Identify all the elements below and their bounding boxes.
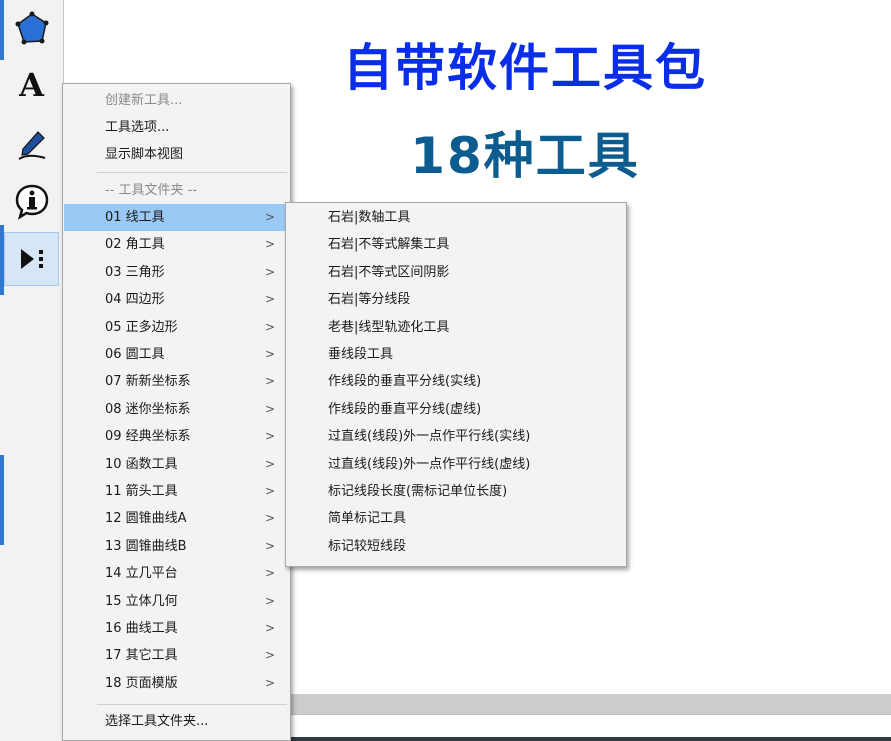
menu-folder-header: -- 工具文件夹 -- <box>105 183 198 198</box>
submenu-arrow-icon: > <box>264 210 275 224</box>
submenu-arrow-icon: > <box>264 675 275 690</box>
menu-folder-item[interactable]: 17 其它工具 > <box>64 642 289 669</box>
submenu-tool-item[interactable]: 石岩|不等式解集工具 <box>287 231 625 258</box>
submenu-arrow-icon: > <box>264 237 275 252</box>
submenu-tool-item[interactable]: 石岩|数轴工具 <box>287 204 625 231</box>
submenu-tool-item[interactable]: 老巷|线型轨迹化工具 <box>287 314 625 341</box>
submenu-tool-item[interactable]: 标记线段长度(需标记单位长度) <box>287 478 625 505</box>
menu-folder-label: 04 四边形 <box>105 292 165 308</box>
submenu-arrow-icon: > <box>264 456 275 471</box>
menu-folder-item[interactable]: 12 圆锥曲线A > <box>64 505 289 532</box>
submenu-tool-item[interactable]: 过直线(线段)外一点作平行线(虚线) <box>287 451 625 478</box>
information-tool-button[interactable] <box>4 174 59 228</box>
menu-folder-item[interactable]: 06 圆工具 > <box>64 341 289 368</box>
custom-tool-icon <box>20 249 43 269</box>
menu-folder-label: 01 线工具 <box>105 210 165 225</box>
polygon-tool-button[interactable] <box>4 2 59 56</box>
menu-folder-item[interactable]: 14 立几平台 > <box>64 560 289 587</box>
menu-folder-label: 03 三角形 <box>105 264 165 280</box>
left-toolbar: A <box>0 0 64 741</box>
menu-item-tool-options[interactable]: 工具选项... <box>64 114 289 141</box>
menu-folder-item[interactable]: 10 函数工具 > <box>64 451 289 478</box>
menu-folder-label: 12 圆锥曲线A <box>105 511 187 527</box>
menu-folder-label: 08 迷你坐标系 <box>105 401 191 417</box>
menu-folder-label: 14 立几平台 <box>105 566 178 582</box>
menu-folder-label: 16 曲线工具 <box>105 621 178 636</box>
headline-title: 自带软件工具包 <box>343 39 707 97</box>
info-icon <box>15 184 48 220</box>
menu-item-create-new-tool: 创建新工具... <box>105 93 183 108</box>
line-tools-submenu: 石岩|数轴工具 石岩|不等式解集工具 石岩|不等式区间阴影 石岩|等分线段 老巷|线型轨… <box>285 202 627 567</box>
submenu-tool-item[interactable]: 作线段的垂直平分线(实线) <box>287 368 625 395</box>
menu-folder-label: 10 函数工具 <box>105 456 178 472</box>
submenu-tool-item[interactable]: 石岩|等分线段 <box>287 286 625 313</box>
submenu-arrow-icon: > <box>264 648 275 663</box>
menu-folder-label: 15 立体几何 <box>105 593 178 609</box>
menu-folder-item[interactable]: 03 三角形 > <box>64 259 289 286</box>
menu-folder-label: 02 角工具 <box>105 237 165 253</box>
submenu-arrow-icon: > <box>264 319 275 334</box>
submenu-arrow-icon: > <box>264 593 275 608</box>
menu-folder-label: 07 新新坐标系 <box>105 374 191 390</box>
headline-subtitle: 18种工具 <box>410 127 640 185</box>
menu-folder-label: 18 页面模版 <box>105 675 178 691</box>
menu-folder-item[interactable]: 07 新新坐标系 > <box>64 368 289 395</box>
menu-folder-item[interactable]: 15 立体几何 > <box>64 588 289 615</box>
submenu-arrow-icon: > <box>264 374 275 389</box>
menu-folder-item[interactable]: 05 正多边形 > <box>64 314 289 341</box>
menu-folder-label: 05 正多边形 <box>105 319 178 335</box>
toolbar-group-indicator <box>0 455 4 545</box>
submenu-tool-item[interactable]: 过直线(线段)外一点作平行线(实线) <box>287 423 625 450</box>
submenu-arrow-icon: > <box>264 264 275 279</box>
submenu-arrow-icon: > <box>264 621 275 635</box>
menu-folder-item[interactable]: 11 箭头工具 > <box>64 478 289 505</box>
menu-folder-label: 06 圆工具 <box>105 347 165 362</box>
menu-folder-label: 11 箭头工具 <box>105 484 178 499</box>
submenu-arrow-icon: > <box>264 566 275 581</box>
menu-separator <box>97 172 287 173</box>
submenu-arrow-icon: > <box>264 292 275 307</box>
menu-folder-item[interactable]: 02 角工具 > <box>64 231 289 258</box>
menu-separator <box>97 704 287 705</box>
custom-tools-menu: 创建新工具... 工具选项... 显示脚本视图 -- 工具文件夹 -- 01 线… <box>62 83 291 741</box>
submenu-tool-item[interactable]: 标记较短线段 <box>287 533 625 560</box>
menu-folder-item[interactable]: 16 曲线工具 > <box>64 615 289 642</box>
text-icon: A <box>19 66 44 104</box>
submenu-arrow-icon: > <box>264 484 275 498</box>
submenu-arrow-icon: > <box>264 538 275 553</box>
menu-folder-item[interactable]: 04 四边形 > <box>64 286 289 313</box>
submenu-tool-item[interactable]: 简单标记工具 <box>287 505 625 532</box>
menu-item-show-script-view[interactable]: 显示脚本视图 <box>64 141 289 168</box>
menu-folder-label: 09 经典坐标系 <box>105 429 191 445</box>
polygon-icon <box>15 11 48 45</box>
submenu-tool-item[interactable]: 石岩|不等式区间阴影 <box>287 259 625 286</box>
menu-folder-item[interactable]: 01 线工具 > <box>64 204 289 231</box>
menu-folder-item[interactable]: 08 迷你坐标系 > <box>64 396 289 423</box>
menu-folder-item[interactable]: 09 经典坐标系 > <box>64 423 289 450</box>
menu-folder-label: 13 圆锥曲线B <box>105 538 187 554</box>
custom-tools-button[interactable] <box>4 232 59 286</box>
submenu-tool-item[interactable]: 垂线段工具 <box>287 341 625 368</box>
submenu-arrow-icon: > <box>264 347 275 361</box>
submenu-tool-item[interactable]: 作线段的垂直平分线(虚线) <box>287 396 625 423</box>
menu-folder-item[interactable]: 18 页面模版 > <box>64 670 289 697</box>
marker-tool-button[interactable] <box>4 118 59 172</box>
text-tool-button[interactable]: A <box>4 58 59 112</box>
menu-item-choose-folder[interactable]: 选择工具文件夹... <box>64 708 289 735</box>
submenu-arrow-icon: > <box>264 401 275 416</box>
submenu-arrow-icon: > <box>264 429 275 444</box>
submenu-arrow-icon: > <box>264 511 275 526</box>
pen-icon <box>17 131 45 160</box>
menu-folder-label: 17 其它工具 <box>105 648 178 664</box>
menu-folder-item[interactable]: 13 圆锥曲线B > <box>64 533 289 560</box>
